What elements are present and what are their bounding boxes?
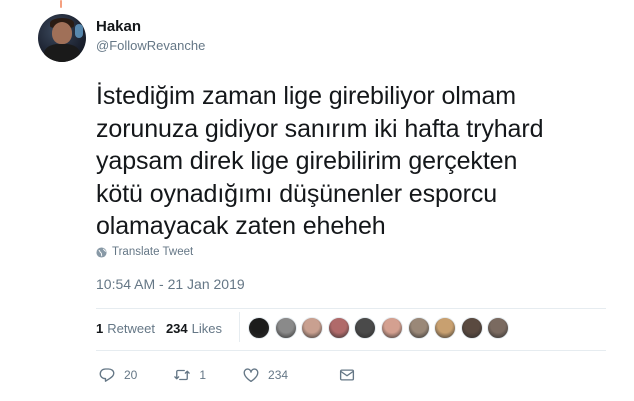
globe-icon	[96, 246, 107, 258]
reply-icon	[99, 368, 115, 382]
heart-icon	[243, 368, 259, 383]
liker-avatar[interactable]	[354, 317, 377, 339]
liker-avatar[interactable]	[248, 317, 270, 339]
stats-separator	[239, 312, 240, 342]
direct-message-button[interactable]	[338, 366, 364, 384]
reply-count: 20	[124, 368, 138, 382]
liker-avatar[interactable]	[487, 317, 510, 339]
thread-accent-line	[60, 0, 62, 8]
liker-avatar[interactable]	[327, 317, 350, 339]
tweet-header: Hakan @FollowRevanche	[38, 14, 205, 62]
liker-avatar[interactable]	[434, 317, 457, 339]
retweets-count: 1	[96, 321, 104, 336]
tweet-text-line: olamayacak zaten eheheh	[96, 212, 386, 240]
likes-count: 234	[165, 321, 188, 336]
liker-avatars	[248, 317, 514, 339]
tweet-timestamp[interactable]: 10:54 AM - 21 Jan 2019	[96, 276, 245, 292]
author-display-name[interactable]: Hakan	[96, 17, 205, 36]
translate-tweet-link[interactable]: Translate Tweet	[96, 246, 193, 258]
retweets-stat[interactable]: 1 Retweet	[96, 321, 155, 336]
retweet-icon	[174, 369, 191, 381]
reply-button[interactable]: 20	[98, 366, 137, 384]
likes-label: Likes	[191, 321, 222, 336]
tweet-text-line: kötü oynadığımı düşünenler esporcu	[96, 179, 498, 208]
divider	[96, 350, 606, 351]
liker-avatar[interactable]	[274, 317, 297, 339]
retweets-label: Retweet	[107, 321, 155, 336]
like-count: 234	[268, 368, 289, 382]
tweet-stats: 1 Retweet 234 Likes	[96, 321, 222, 336]
divider	[96, 308, 606, 309]
liker-avatar[interactable]	[460, 317, 483, 339]
envelope-icon	[340, 369, 355, 381]
tweet-text-line: yapsam direk lige girebilirim gerçekten	[96, 147, 518, 175]
retweet-count: 1	[199, 368, 207, 382]
like-button[interactable]: 234	[242, 366, 288, 384]
liker-avatar[interactable]	[301, 317, 324, 339]
tweet-text-line: İstediğim zaman lige girebiliyor olmam	[96, 82, 516, 110]
tweet-text-line: zorunuza gidiyor sanırım iki hafta tryha…	[96, 114, 544, 143]
author-handle[interactable]: @FollowRevanche	[96, 36, 205, 55]
translate-label: Translate Tweet	[112, 246, 194, 258]
tweet-actions: 20 1 234	[98, 366, 400, 384]
retweet-button[interactable]: 1	[173, 366, 206, 384]
liker-avatar[interactable]	[407, 317, 430, 339]
tweet-text: İstediğim zaman lige girebiliyor olmam z…	[96, 80, 616, 243]
liker-avatar[interactable]	[380, 317, 403, 339]
likes-stat[interactable]: 234 Likes	[166, 321, 222, 336]
author-names: Hakan @FollowRevanche	[96, 17, 205, 55]
author-avatar[interactable]	[38, 14, 86, 62]
